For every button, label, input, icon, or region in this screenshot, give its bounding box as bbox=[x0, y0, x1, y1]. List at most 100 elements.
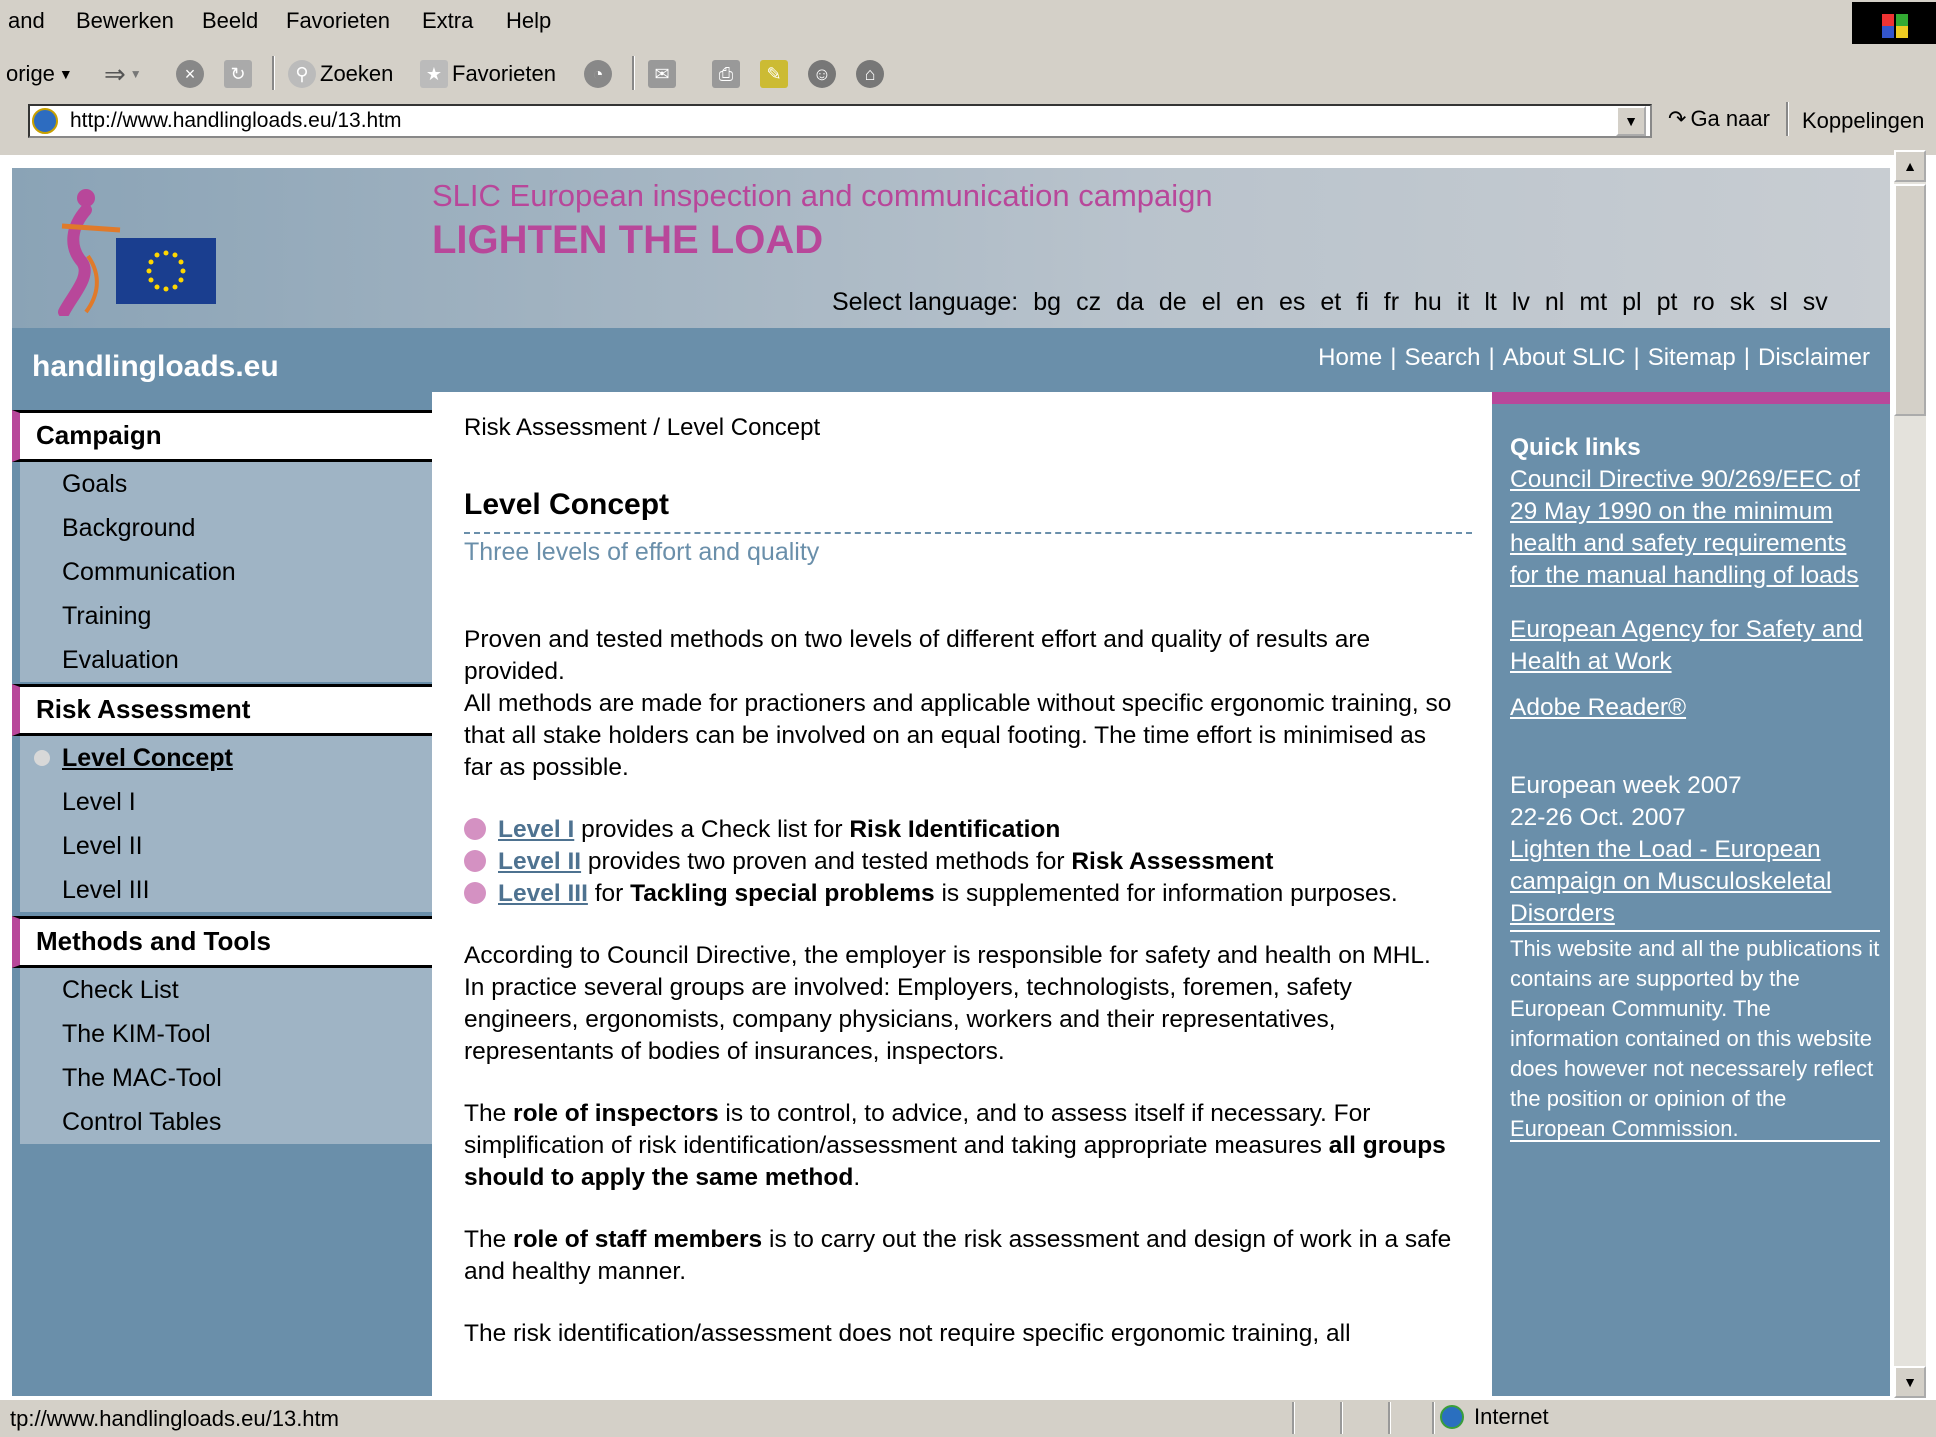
sidebar-item-evaluation[interactable]: Evaluation bbox=[20, 638, 432, 682]
lang-link[interactable]: cz bbox=[1076, 288, 1101, 317]
section-campaign[interactable]: Campaign bbox=[12, 410, 432, 462]
menu-tools[interactable]: Extra bbox=[422, 8, 473, 34]
nav-about[interactable]: About SLIC bbox=[1495, 344, 1634, 372]
menu-help[interactable]: Help bbox=[506, 8, 551, 34]
lang-link[interactable]: hu bbox=[1414, 288, 1442, 317]
status-url: tp://www.handlingloads.eu/13.htm bbox=[10, 1406, 339, 1431]
sidebar-item-goals[interactable]: Goals bbox=[20, 462, 432, 506]
links-button[interactable]: Koppelingen bbox=[1802, 108, 1924, 134]
lang-link[interactable]: de bbox=[1159, 288, 1187, 317]
sidebar-item-control-tables[interactable]: Control Tables bbox=[20, 1100, 432, 1144]
level-1-link[interactable]: Level I bbox=[498, 816, 574, 843]
lang-link[interactable]: pt bbox=[1657, 288, 1678, 317]
nav-sitemap[interactable]: Sitemap bbox=[1640, 344, 1744, 372]
search-button[interactable]: ⚲ Zoeken bbox=[288, 58, 393, 90]
go-button[interactable]: ↷ Ga naar bbox=[1668, 106, 1770, 132]
lang-link[interactable]: ro bbox=[1692, 288, 1714, 317]
menu-file[interactable]: and bbox=[8, 8, 45, 34]
home-icon: ⌂ bbox=[856, 60, 884, 88]
sidebar-item-check-list[interactable]: Check List bbox=[20, 968, 432, 1012]
campaign-figure-logo bbox=[58, 189, 121, 316]
section-risk-assessment[interactable]: Risk Assessment bbox=[12, 684, 432, 736]
lang-link[interactable]: nl bbox=[1545, 288, 1564, 317]
lang-link[interactable]: pl bbox=[1622, 288, 1641, 317]
address-input[interactable]: http://www.handlingloads.eu/13.htm bbox=[28, 104, 1652, 138]
stop-button[interactable]: × bbox=[176, 58, 204, 90]
lang-link[interactable]: es bbox=[1279, 288, 1305, 317]
section-methods-tools[interactable]: Methods and Tools bbox=[12, 916, 432, 968]
lang-link[interactable]: it bbox=[1457, 288, 1470, 317]
level-item: Level III for Tackling special problems … bbox=[464, 880, 1398, 907]
edit-button[interactable]: ✎ bbox=[760, 58, 788, 90]
scroll-down-button[interactable]: ▼ bbox=[1894, 1366, 1926, 1398]
sidebar-item-communication[interactable]: Communication bbox=[20, 550, 432, 594]
back-button[interactable]: orige ▼ bbox=[6, 58, 73, 90]
lang-link[interactable]: fi bbox=[1356, 288, 1369, 317]
level-3-link[interactable]: Level III bbox=[498, 880, 588, 907]
nav-disclaimer[interactable]: Disclaimer bbox=[1750, 344, 1878, 372]
breadcrumb: Risk Assessment / Level Concept bbox=[464, 414, 821, 441]
mail-button[interactable]: ✉ bbox=[648, 58, 676, 90]
scroll-thumb[interactable] bbox=[1894, 184, 1926, 416]
level-item: Level II provides two proven and tested … bbox=[464, 848, 1273, 875]
address-dropdown-button[interactable]: ▼ bbox=[1616, 106, 1646, 136]
nav-search[interactable]: Search bbox=[1396, 344, 1488, 372]
main-content: Risk Assessment / Level Concept Level Co… bbox=[432, 392, 1492, 1396]
lang-link[interactable]: sl bbox=[1770, 288, 1788, 317]
lang-link[interactable]: lt bbox=[1484, 288, 1497, 317]
globe-icon bbox=[1440, 1405, 1464, 1429]
sidebar-item-level-3[interactable]: Level III bbox=[20, 868, 432, 912]
adobe-reader-link[interactable]: Adobe Reader® bbox=[1510, 694, 1686, 721]
chevron-down-icon: ▼ bbox=[129, 67, 142, 81]
paragraph: The risk identification/assessment does … bbox=[464, 1320, 1351, 1347]
agency-link[interactable]: European Agency for Safety and Health at… bbox=[1510, 616, 1863, 675]
menu-edit[interactable]: Bewerken bbox=[76, 8, 174, 34]
search-icon: ⚲ bbox=[288, 60, 316, 88]
lang-link[interactable]: sv bbox=[1803, 288, 1828, 317]
messenger-button[interactable]: ☺ bbox=[808, 58, 836, 90]
council-directive-link[interactable]: Council Directive 90/269/EEC of 29 May 1… bbox=[1510, 466, 1860, 589]
sidebar-item-training[interactable]: Training bbox=[20, 594, 432, 638]
sidebar-item-kim-tool[interactable]: The KIM-Tool bbox=[20, 1012, 432, 1056]
history-button[interactable]: ◔ bbox=[584, 58, 612, 90]
lighten-load-link[interactable]: Lighten the Load - European campaign on … bbox=[1510, 836, 1831, 927]
campaign-subtitle: SLIC European inspection and communicati… bbox=[432, 178, 1213, 213]
lang-link[interactable]: da bbox=[1116, 288, 1144, 317]
top-nav: Home | Search | About SLIC | Sitemap | Discl… bbox=[1310, 344, 1878, 372]
menu-favorites[interactable]: Favorieten bbox=[286, 8, 390, 34]
refresh-button[interactable]: ↻ bbox=[224, 58, 252, 90]
print-button[interactable]: ⎙ bbox=[712, 58, 740, 90]
scroll-up-button[interactable]: ▲ bbox=[1894, 150, 1926, 182]
home-button[interactable]: ⌂ bbox=[856, 58, 884, 90]
mail-icon: ✉ bbox=[648, 60, 676, 88]
lang-link[interactable]: bg bbox=[1033, 288, 1061, 317]
sidebar-item-level-1[interactable]: Level I bbox=[20, 780, 432, 824]
paragraph: The role of inspectors is to control, to… bbox=[464, 1100, 1446, 1191]
lang-link[interactable]: et bbox=[1320, 288, 1341, 317]
paragraph: According to Council Directive, the empl… bbox=[464, 942, 1431, 1065]
favorites-button[interactable]: ★ Favorieten bbox=[420, 58, 556, 90]
divider bbox=[1510, 930, 1880, 932]
sidebar-item-mac-tool[interactable]: The MAC-Tool bbox=[20, 1056, 432, 1100]
lang-link[interactable]: fr bbox=[1384, 288, 1399, 317]
sidebar-item-background[interactable]: Background bbox=[20, 506, 432, 550]
title-divider bbox=[464, 532, 1472, 534]
lang-link[interactable]: mt bbox=[1579, 288, 1607, 317]
windows-logo-icon bbox=[1852, 2, 1936, 44]
level-2-link[interactable]: Level II bbox=[498, 848, 581, 875]
quick-links: Quick links Council Directive 90/269/EEC… bbox=[1510, 432, 1880, 592]
nav-home[interactable]: Home bbox=[1310, 344, 1390, 372]
vertical-scrollbar[interactable]: ▲ ▼ bbox=[1894, 150, 1926, 1398]
quick-links-title: Quick links bbox=[1510, 434, 1641, 461]
sidebar-item-level-concept[interactable]: Level Concept bbox=[20, 736, 432, 780]
lang-link[interactable]: el bbox=[1202, 288, 1221, 317]
menu-view[interactable]: Beeld bbox=[202, 8, 258, 34]
lang-link[interactable]: sk bbox=[1730, 288, 1755, 317]
lang-link[interactable]: en bbox=[1236, 288, 1264, 317]
bullet-icon bbox=[464, 818, 486, 840]
site-name[interactable]: handlingloads.eu bbox=[32, 350, 279, 384]
sidebar-item-level-2[interactable]: Level II bbox=[20, 824, 432, 868]
forward-button[interactable]: ⇒ ▼ bbox=[104, 58, 142, 90]
lang-link[interactable]: lv bbox=[1512, 288, 1530, 317]
european-week: European week 2007 22-26 Oct. 2007 Light… bbox=[1510, 772, 1832, 927]
